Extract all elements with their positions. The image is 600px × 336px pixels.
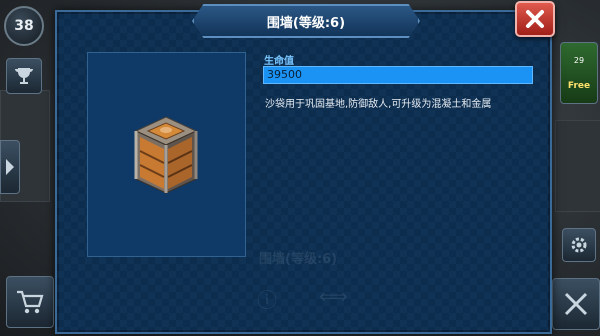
info-icon: ⓘ bbox=[257, 288, 277, 312]
player-level-badge: 38 bbox=[4, 6, 44, 46]
health-label: 生命值 bbox=[264, 56, 294, 67]
trophy-button[interactable] bbox=[6, 58, 42, 94]
attack-button[interactable] bbox=[552, 278, 600, 330]
background-ghost-title: 围墙(等级:6) bbox=[259, 252, 338, 267]
health-bar-fill bbox=[264, 67, 532, 83]
background-building bbox=[555, 120, 600, 212]
settings-button[interactable] bbox=[562, 228, 596, 262]
building-image-panel bbox=[87, 52, 246, 257]
crossed-swords-icon bbox=[564, 292, 588, 316]
dialog-title: 围墙(等级:6) bbox=[266, 15, 346, 31]
close-x-icon bbox=[526, 10, 544, 28]
shopping-cart-icon bbox=[17, 290, 44, 314]
gear-icon bbox=[571, 237, 587, 253]
close-button[interactable] bbox=[515, 1, 555, 37]
gem-store-button[interactable]: 29 Free bbox=[560, 42, 598, 104]
game-screen: 38 29 Free 围墙(等级:6) 生命值 39500 沙袋用于巩固基地,防… bbox=[0, 0, 600, 336]
building-description: 沙袋用于巩固基地,防御敌人,可升级为混凝土和金属 bbox=[265, 99, 492, 110]
move-arrows-icon: ⟺ bbox=[319, 284, 348, 308]
arrow-right-icon bbox=[6, 159, 14, 175]
left-expand-button[interactable] bbox=[0, 140, 20, 194]
gem-count: 29 bbox=[573, 55, 585, 65]
sandbag-wall-block-icon bbox=[134, 116, 198, 194]
building-info-dialog: 围墙(等级:6) 生命值 39500 沙袋用于巩固基地,防御敌人,可升级为混凝土… bbox=[55, 4, 552, 334]
free-badge: Free bbox=[567, 80, 591, 91]
health-value: 39500 bbox=[267, 68, 302, 81]
dialog-title-bar: 围墙(等级:6) bbox=[192, 4, 420, 38]
trophy-icon bbox=[15, 68, 33, 84]
shop-button[interactable] bbox=[6, 276, 54, 328]
health-bar: 39500 bbox=[263, 66, 533, 84]
